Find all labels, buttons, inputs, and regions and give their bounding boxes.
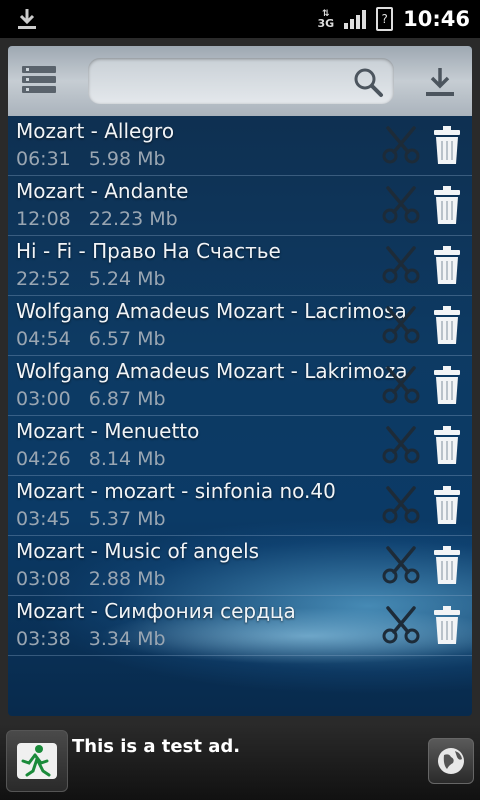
scissors-icon[interactable]: [380, 484, 422, 526]
main-panel: Mozart - Allegro 06:31 5.98 Mb Mozart - A…: [8, 46, 472, 716]
scissors-icon[interactable]: [380, 184, 422, 226]
track-duration: 03:38: [16, 628, 71, 650]
track-size: 22.23 Mb: [88, 208, 178, 230]
network-type-indicator: ⇅ 3G: [317, 9, 335, 30]
search-box[interactable]: [88, 58, 394, 106]
signal-strength-icon: [344, 9, 367, 29]
track-meta: 12:08 22.23 Mb: [16, 208, 178, 230]
search-input[interactable]: [100, 58, 354, 106]
list-item[interactable]: Mozart - mozart - sinfonia no.40 03:45 5.…: [8, 476, 472, 536]
track-duration: 22:52: [16, 268, 71, 290]
track-title: Hi - Fi - Право На Счастье: [16, 239, 281, 263]
list-menu-icon[interactable]: [22, 66, 56, 98]
track-meta: 03:45 5.37 Mb: [16, 508, 166, 530]
track-title: Wolfgang Amadeus Mozart - Lakrimoza: [16, 359, 408, 383]
track-meta: 03:00 6.87 Mb: [16, 388, 166, 410]
track-duration: 12:08: [16, 208, 71, 230]
track-title: Mozart - Симфония сердца: [16, 599, 296, 623]
scissors-icon[interactable]: [380, 604, 422, 646]
track-size: 6.87 Mb: [88, 388, 166, 410]
ad-banner[interactable]: This is a test ad.: [0, 724, 480, 800]
list-item[interactable]: Wolfgang Amadeus Mozart - Lakrimoza 03:0…: [8, 356, 472, 416]
track-size: 5.24 Mb: [88, 268, 166, 290]
trash-icon[interactable]: [432, 304, 462, 346]
track-meta: 22:52 5.24 Mb: [16, 268, 166, 290]
status-indicators: ⇅ 3G ? 10:46: [317, 0, 470, 38]
status-bar: ⇅ 3G ? 10:46: [0, 0, 480, 38]
running-man-icon[interactable]: [6, 730, 68, 792]
list-item[interactable]: Mozart - Andante 12:08 22.23 Mb: [8, 176, 472, 236]
battery-status: ?: [381, 12, 388, 26]
app-frame: Mozart - Allegro 06:31 5.98 Mb Mozart - A…: [0, 38, 480, 724]
track-size: 6.57 Mb: [88, 328, 166, 350]
download-icon[interactable]: [422, 64, 458, 100]
track-size: 2.88 Mb: [88, 568, 166, 590]
scissors-icon[interactable]: [380, 544, 422, 586]
track-duration: 03:08: [16, 568, 71, 590]
list-item[interactable]: Mozart - Menuetto 04:26 8.14 Mb: [8, 416, 472, 476]
globe-icon[interactable]: [428, 738, 474, 784]
battery-icon: ?: [376, 7, 394, 31]
track-meta: 04:26 8.14 Mb: [16, 448, 166, 470]
trash-icon[interactable]: [432, 244, 462, 286]
scissors-icon[interactable]: [380, 304, 422, 346]
list-item[interactable]: Hi - Fi - Право На Счастье 22:52 5.24 Mb: [8, 236, 472, 296]
track-size: 5.98 Mb: [88, 148, 166, 170]
track-duration: 04:26: [16, 448, 71, 470]
trash-icon[interactable]: [432, 184, 462, 226]
scissors-icon[interactable]: [380, 244, 422, 286]
trash-icon[interactable]: [432, 484, 462, 526]
search-icon[interactable]: [352, 66, 384, 98]
track-title: Mozart - Menuetto: [16, 419, 200, 443]
track-title: Wolfgang Amadeus Mozart - Lacrimosa: [16, 299, 407, 323]
track-duration: 03:45: [16, 508, 71, 530]
track-title: Mozart - Allegro: [16, 119, 175, 143]
track-duration: 03:00: [16, 388, 71, 410]
scissors-icon[interactable]: [380, 424, 422, 466]
track-duration: 06:31: [16, 148, 71, 170]
scissors-icon[interactable]: [380, 364, 422, 406]
track-title: Mozart - Music of angels: [16, 539, 260, 563]
track-title: Mozart - mozart - sinfonia no.40: [16, 479, 336, 503]
trash-icon[interactable]: [432, 604, 462, 646]
track-meta: 04:54 6.57 Mb: [16, 328, 166, 350]
clock: 10:46: [403, 7, 470, 31]
track-list: Mozart - Allegro 06:31 5.98 Mb Mozart - A…: [8, 116, 472, 656]
download-notification-icon: [18, 9, 36, 29]
track-duration: 04:54: [16, 328, 71, 350]
trash-icon[interactable]: [432, 544, 462, 586]
track-title: Mozart - Andante: [16, 179, 189, 203]
trash-icon[interactable]: [432, 364, 462, 406]
list-item[interactable]: Mozart - Music of angels 03:08 2.88 Mb: [8, 536, 472, 596]
track-size: 5.37 Mb: [88, 508, 166, 530]
list-item[interactable]: Mozart - Симфония сердца 03:38 3.34 Mb: [8, 596, 472, 656]
scissors-icon[interactable]: [380, 124, 422, 166]
track-meta: 03:08 2.88 Mb: [16, 568, 166, 590]
toolbar: [8, 46, 472, 116]
trash-icon[interactable]: [432, 424, 462, 466]
list-item[interactable]: Wolfgang Amadeus Mozart - Lacrimosa 04:5…: [8, 296, 472, 356]
track-meta: 06:31 5.98 Mb: [16, 148, 166, 170]
trash-icon[interactable]: [432, 124, 462, 166]
track-meta: 03:38 3.34 Mb: [16, 628, 166, 650]
track-size: 8.14 Mb: [88, 448, 166, 470]
ad-text[interactable]: This is a test ad.: [72, 736, 240, 757]
track-size: 3.34 Mb: [88, 628, 166, 650]
list-item[interactable]: Mozart - Allegro 06:31 5.98 Mb: [8, 116, 472, 176]
